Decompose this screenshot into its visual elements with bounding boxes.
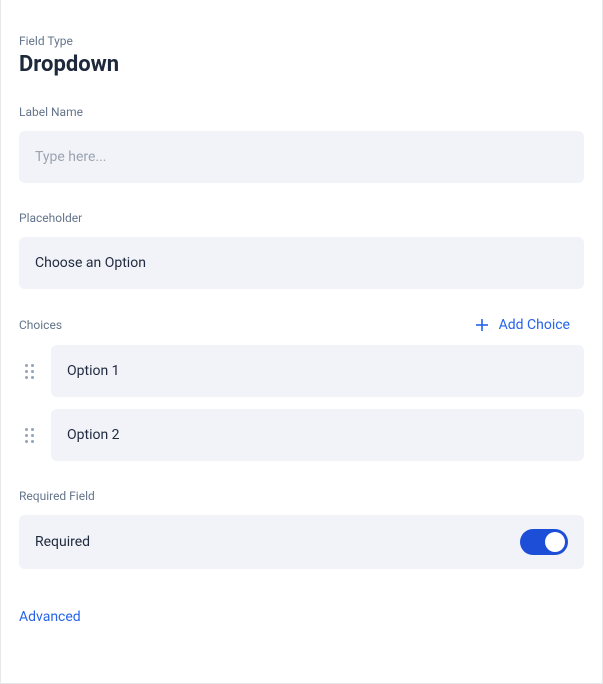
choice-input[interactable] xyxy=(51,345,584,397)
required-row: Required xyxy=(19,515,584,569)
label-name-input[interactable] xyxy=(19,131,584,183)
required-field-section: Required Field Required xyxy=(19,489,584,569)
field-type-value: Dropdown xyxy=(19,52,584,77)
plus-icon xyxy=(475,318,489,332)
add-choice-label: Add Choice xyxy=(499,317,570,333)
choices-section: Choices Add Choice xyxy=(19,317,584,461)
drag-handle-icon[interactable] xyxy=(19,428,39,443)
drag-handle-icon[interactable] xyxy=(19,364,39,379)
required-toggle[interactable] xyxy=(520,529,568,555)
placeholder-input[interactable] xyxy=(19,237,584,289)
choice-row xyxy=(19,345,584,397)
choice-row xyxy=(19,409,584,461)
choices-label: Choices xyxy=(19,318,62,332)
required-field-label: Required Field xyxy=(19,489,584,503)
toggle-knob xyxy=(545,532,565,552)
add-choice-button[interactable]: Add Choice xyxy=(475,317,584,333)
choice-input[interactable] xyxy=(51,409,584,461)
required-row-label: Required xyxy=(35,534,90,550)
placeholder-section: Placeholder xyxy=(19,211,584,289)
placeholder-label: Placeholder xyxy=(19,211,584,225)
label-name-section: Label Name xyxy=(19,105,584,183)
advanced-link[interactable]: Advanced xyxy=(19,609,81,625)
label-name-label: Label Name xyxy=(19,105,584,119)
field-type-label: Field Type xyxy=(19,34,584,48)
